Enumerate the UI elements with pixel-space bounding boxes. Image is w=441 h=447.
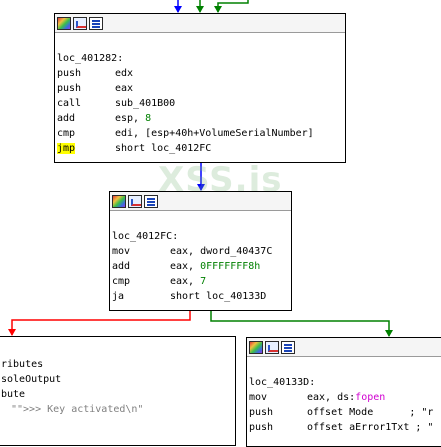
instruction-line[interactable]: "">>> Key activated\n" [1, 402, 235, 417]
instruction-line[interactable]: add eax, 0FFFFFFF8h [112, 259, 291, 274]
xref-icon[interactable] [89, 16, 103, 30]
color-icon[interactable] [57, 16, 71, 30]
code-block-false-branch[interactable]: ributes soleOutput bute "">>> Key activa… [0, 336, 236, 446]
node-toolbar [110, 192, 291, 211]
node-toolbar [55, 14, 345, 33]
xref-icon[interactable] [144, 194, 158, 208]
instruction-line[interactable]: push offset aError1Txt ; " [249, 420, 441, 435]
instruction-line[interactable]: cmp eax, 7 [112, 274, 291, 289]
code-block-loc-4012fc[interactable]: loc_4012FC: mov eax, dword_40437C add eax,… [109, 191, 292, 311]
block-label[interactable]: loc_4012FC: [112, 229, 291, 244]
block-label[interactable]: loc_40133D: [249, 375, 441, 390]
instruction-line[interactable]: push eax [57, 81, 345, 96]
graph-icon[interactable] [128, 194, 142, 208]
instruction-line-selected[interactable]: jmp short loc_4012FC [57, 141, 345, 156]
block-label[interactable]: loc_401282: [57, 51, 345, 66]
edge-node2-false [11, 311, 191, 335]
color-icon[interactable] [249, 340, 263, 354]
instruction-line[interactable]: add esp, 8 [57, 111, 345, 126]
edge-incoming-green-2-arrow [214, 6, 222, 13]
instruction-line[interactable]: call sub_401B00 [57, 96, 345, 111]
edge-incoming-blue-arrow [174, 6, 182, 13]
instruction-line[interactable]: soleOutput [1, 372, 235, 387]
xref-icon[interactable] [281, 340, 295, 354]
graph-icon[interactable] [73, 16, 87, 30]
node-toolbar [247, 338, 441, 357]
edge-node1-node2-arrow [197, 184, 205, 191]
edge-node2-true [210, 311, 390, 336]
color-icon[interactable] [112, 194, 126, 208]
edge-node2-false-arrow [8, 329, 16, 336]
code-block-loc-40133d[interactable]: loc_40133D: mov eax, ds:fopen push offset … [246, 337, 441, 447]
instruction-line[interactable]: bute [1, 387, 235, 402]
instruction-line[interactable]: mov eax, dword_40437C [112, 244, 291, 259]
edge-incoming-green-1-arrow [196, 6, 204, 13]
instruction-line[interactable]: cmp edi, [esp+40h+VolumeSerialNumber] [57, 126, 345, 141]
edge-node2-true-arrow [385, 330, 393, 337]
instruction-line[interactable]: mov eax, ds:fopen [249, 390, 441, 405]
instruction-line[interactable]: ributes [1, 357, 235, 372]
edge-incoming-green-2 [217, 0, 249, 12]
code-block-loc-401282[interactable]: loc_401282: push edx push eax call sub_401B… [54, 13, 346, 163]
graph-icon[interactable] [265, 340, 279, 354]
instruction-line[interactable]: push edx [57, 66, 345, 81]
instruction-line[interactable]: push offset Mode ; "r [249, 405, 441, 420]
graph-view[interactable]: XSS.is loc_401282: push edx push eax call s… [0, 0, 441, 447]
instruction-line[interactable]: ja short loc_40133D [112, 289, 291, 304]
